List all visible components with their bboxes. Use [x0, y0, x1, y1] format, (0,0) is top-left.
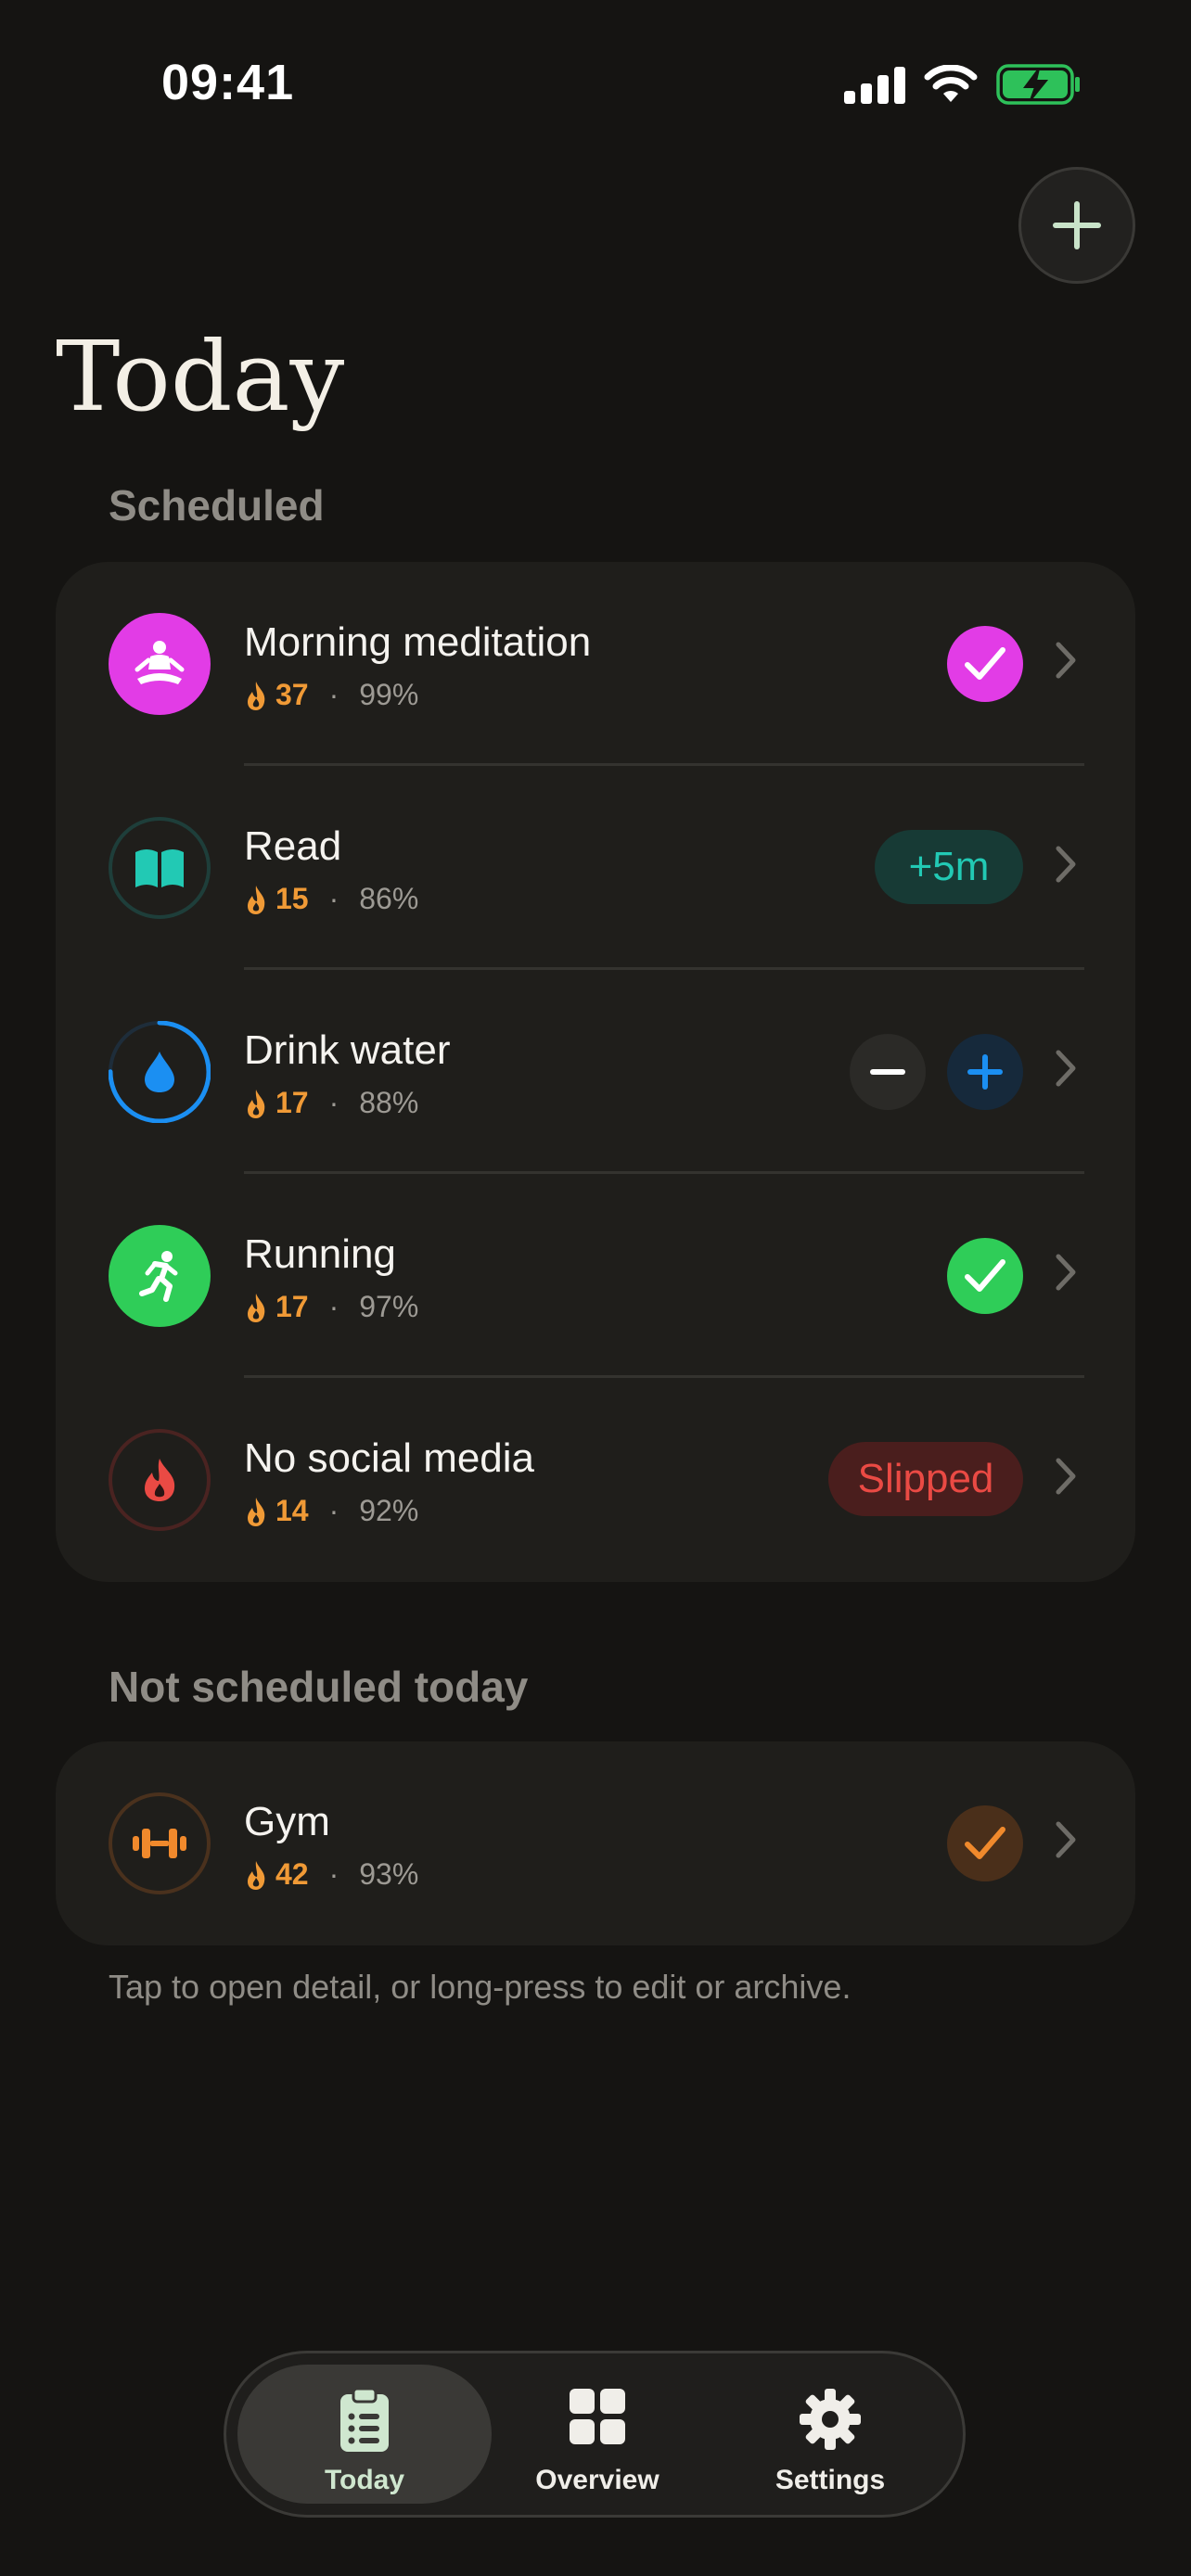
complete-toggle-button[interactable]: [947, 1238, 1023, 1314]
chevron-right-icon: [1056, 846, 1076, 883]
cellular-signal-icon: [844, 67, 905, 104]
completion-rate: 92%: [359, 1494, 419, 1527]
section-label-scheduled: Scheduled: [109, 481, 325, 529]
habit-avatar: [109, 1021, 211, 1123]
dumbbell-icon: [133, 1829, 186, 1858]
chevron-right-icon: [1056, 1050, 1076, 1087]
separator-dot: ·: [328, 882, 339, 915]
add-habit-button[interactable]: [1018, 167, 1135, 284]
chevron-right-icon: [1056, 1254, 1076, 1291]
unscheduled-habits-card: Gym 42 · 93%: [56, 1741, 1135, 1945]
section-label-not-scheduled: Not scheduled today: [109, 1663, 529, 1711]
tab-label: Overview: [535, 2465, 660, 2495]
streak-count: 17: [275, 1290, 309, 1323]
separator-dot: ·: [328, 678, 339, 711]
habit-row-drink-water[interactable]: Drink water 17 · 88%: [56, 970, 1135, 1174]
habit-name: Read: [244, 823, 342, 869]
completion-rate: 86%: [359, 882, 419, 915]
page-title: Today: [56, 320, 345, 433]
habit-meta: 17 · 97%: [244, 1290, 418, 1324]
habit-name: Drink water: [244, 1027, 451, 1073]
streak-flame-icon: [248, 1860, 265, 1890]
slipped-badge-button[interactable]: Slipped: [828, 1442, 1023, 1516]
habit-avatar: [109, 817, 211, 919]
separator-dot: ·: [328, 1494, 339, 1527]
completion-rate: 93%: [359, 1857, 419, 1891]
plus-icon: [1053, 201, 1101, 249]
gear-icon: [800, 2389, 861, 2450]
streak-count: 37: [275, 678, 309, 711]
streak-count: 42: [275, 1857, 309, 1891]
increment-button[interactable]: [947, 1034, 1023, 1110]
habit-row-running[interactable]: Running 17 · 97%: [56, 1174, 1135, 1378]
checkmark-icon: [965, 1259, 1005, 1292]
separator-dot: ·: [328, 1290, 339, 1323]
habit-row-read[interactable]: Read 15 · 86% +5m: [56, 766, 1135, 970]
chevron-right-icon: [1056, 1458, 1076, 1495]
separator-dot: ·: [328, 1857, 339, 1891]
streak-count: 14: [275, 1494, 309, 1527]
habit-meta: 42 · 93%: [244, 1857, 418, 1892]
habit-row-gym[interactable]: Gym 42 · 93%: [56, 1741, 1135, 1945]
tab-today[interactable]: Today: [237, 2365, 492, 2504]
tab-settings[interactable]: Settings: [703, 2365, 957, 2504]
chevron-right-icon: [1056, 642, 1076, 679]
completion-rate: 99%: [359, 678, 419, 711]
decrement-button[interactable]: [850, 1034, 926, 1110]
add-time-button[interactable]: +5m: [875, 830, 1023, 904]
minus-icon: [870, 1069, 905, 1075]
habit-name: Running: [244, 1231, 396, 1277]
complete-toggle-button[interactable]: [947, 626, 1023, 702]
progress-ring: [109, 1021, 211, 1123]
usage-hint: Tap to open detail, or long-press to edi…: [109, 1968, 852, 2006]
battery-charging-icon: [996, 64, 1080, 105]
chevron-right-icon: [1056, 1821, 1076, 1858]
streak-count: 17: [275, 1086, 309, 1119]
flame-icon: [145, 1459, 175, 1501]
plus-icon: [967, 1054, 1003, 1090]
grid-icon: [570, 2389, 625, 2444]
habit-meta: 37 · 99%: [244, 678, 418, 712]
tab-bar: Today Overview Settings: [224, 2351, 966, 2518]
streak-flame-icon: [248, 1089, 265, 1118]
complete-toggle-button[interactable]: [947, 1805, 1023, 1881]
streak-count: 15: [275, 882, 309, 915]
habit-avatar: [109, 1792, 211, 1894]
tab-overview[interactable]: Overview: [470, 2365, 724, 2504]
habit-row-morning-meditation[interactable]: Morning meditation 37 · 99%: [56, 562, 1135, 766]
separator-dot: ·: [328, 1086, 339, 1119]
completion-rate: 88%: [359, 1086, 419, 1119]
status-bar: 09:41: [0, 0, 1191, 176]
habit-row-no-social-media[interactable]: No social media 14 · 92% Slipped: [56, 1378, 1135, 1582]
running-icon: [139, 1251, 178, 1302]
tab-label: Today: [324, 2465, 405, 2495]
habit-avatar: [109, 613, 211, 715]
habit-meta: 17 · 88%: [244, 1086, 418, 1120]
wifi-icon: [924, 65, 978, 102]
streak-flame-icon: [248, 885, 265, 914]
streak-flame-icon: [248, 1497, 265, 1526]
habit-name: Gym: [244, 1799, 330, 1844]
tab-label: Settings: [775, 2465, 886, 2495]
habit-name: No social media: [244, 1435, 535, 1481]
habit-meta: 15 · 86%: [244, 882, 418, 916]
clipboard-icon: [340, 2387, 389, 2452]
streak-flame-icon: [248, 681, 265, 710]
book-icon: [135, 849, 184, 887]
checkmark-icon: [965, 1827, 1005, 1859]
habit-name: Morning meditation: [244, 619, 592, 665]
habit-avatar: [109, 1225, 211, 1327]
habit-meta: 14 · 92%: [244, 1494, 418, 1528]
completion-rate: 97%: [359, 1290, 419, 1323]
scheduled-habits-card: Morning meditation 37 · 99% Read 15 · 86…: [56, 562, 1135, 1582]
habit-avatar: [109, 1429, 211, 1531]
meditation-icon: [134, 641, 185, 684]
checkmark-icon: [965, 647, 1005, 680]
status-time: 09:41: [161, 55, 295, 110]
streak-flame-icon: [248, 1293, 265, 1322]
